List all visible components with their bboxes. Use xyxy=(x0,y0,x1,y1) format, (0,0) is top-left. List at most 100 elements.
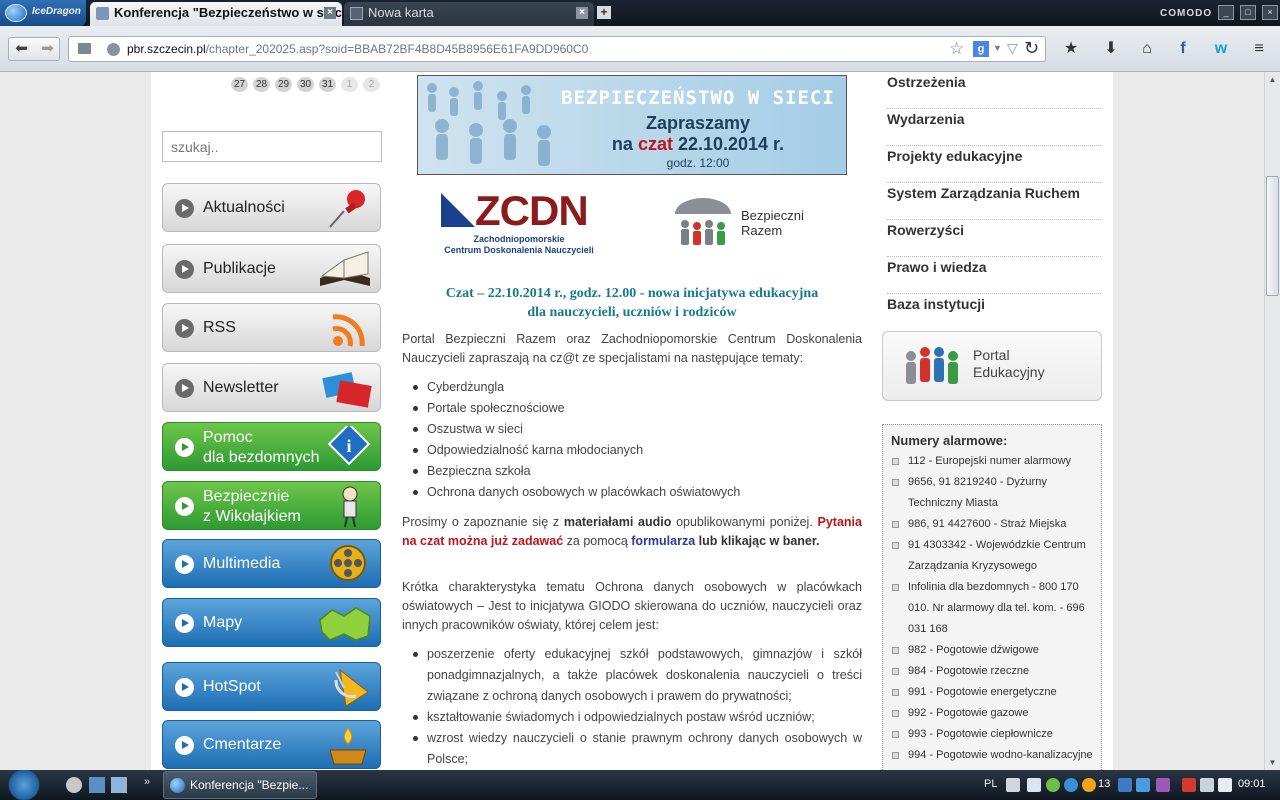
list-item: 112 - Europejski numer alarmowy xyxy=(891,451,1093,472)
flag-icon[interactable] xyxy=(1182,778,1196,792)
calendar-day[interactable]: 29 xyxy=(275,77,292,92)
tray-app-icon[interactable] xyxy=(1118,778,1132,792)
network-status-icon[interactable] xyxy=(1200,778,1214,792)
goals-list: poszerzenie oferty edukacyjnej szkół pod… xyxy=(411,644,862,770)
list-item: 982 - Pogotowie dźwigowe xyxy=(891,640,1093,661)
url-text[interactable]: pbr.szczecin.pl/chapter_202025.asp?soid=… xyxy=(127,42,588,56)
calendar-day[interactable]: 30 xyxy=(297,77,314,92)
language-indicator[interactable]: PL xyxy=(984,778,997,790)
calendar-day[interactable]: 28 xyxy=(253,77,270,92)
nav-label: Pomoc dla bezdomnych xyxy=(203,429,320,466)
forward-button[interactable]: ➡ xyxy=(35,39,60,59)
search-input[interactable] xyxy=(162,131,382,162)
address-bar[interactable]: pbr.szczecin.pl/chapter_202025.asp?soid=… xyxy=(68,36,1046,62)
facebook-icon[interactable]: f xyxy=(1170,37,1196,61)
nav-label: Bezpiecznie z Wikołajkiem xyxy=(203,488,301,525)
portal-text: Portal Edukacyjny xyxy=(973,347,1045,380)
chevron-right-icon[interactable]: » xyxy=(144,776,150,788)
show-desktop-icon[interactable] xyxy=(89,777,105,793)
nav-mapy-button[interactable]: Mapy xyxy=(162,598,381,647)
tray-app-icon[interactable] xyxy=(1136,778,1150,792)
play-icon xyxy=(175,497,194,516)
app-name: IceDragon xyxy=(32,6,81,17)
film-reel-icon xyxy=(330,545,366,581)
tab-konferencja[interactable]: Konferencja "Bezpieczeństwo w sieci" × xyxy=(90,2,342,26)
page-info-icon[interactable] xyxy=(78,43,91,54)
download-icon[interactable]: ⬇ xyxy=(1098,37,1124,61)
tab-new[interactable]: Nowa karta × xyxy=(344,2,594,26)
bezpieczni-razem-logo[interactable]: Bezpieczni Razem xyxy=(671,196,831,256)
clock[interactable]: 09:01 xyxy=(1238,778,1266,790)
keyboard-icon[interactable] xyxy=(1006,778,1020,792)
nav-multimedia-button[interactable]: Multimedia xyxy=(162,539,381,588)
volume-icon[interactable] xyxy=(1218,778,1232,792)
nav-rss-button[interactable]: RSS xyxy=(162,303,381,352)
candle-icon xyxy=(329,727,367,765)
network-icon[interactable] xyxy=(1064,778,1078,792)
filter-icon[interactable]: ▽ xyxy=(1007,40,1018,57)
close-tab-icon[interactable]: × xyxy=(324,7,336,19)
zcdn-wordmark: ZCDN xyxy=(475,187,589,234)
play-icon xyxy=(175,678,194,697)
share-icon[interactable]: w xyxy=(1208,37,1234,61)
update-icon[interactable] xyxy=(1082,778,1096,792)
portal-edukacyjny-button[interactable]: Portal Edukacyjny xyxy=(882,331,1102,401)
svg-text:i: i xyxy=(346,436,351,456)
security-icon[interactable] xyxy=(1046,778,1060,792)
nav-publikacje-button[interactable]: Publikacje xyxy=(162,244,381,293)
bookmark-star-icon[interactable]: ☆ xyxy=(949,39,964,59)
home-icon[interactable]: ⌂ xyxy=(1134,37,1160,61)
g-icon[interactable]: g xyxy=(973,41,989,57)
nav-pomoc-bezdomnym-button[interactable]: Pomoc dla bezdomnych i xyxy=(162,422,381,471)
mascot-icon xyxy=(342,486,358,528)
play-icon xyxy=(175,199,194,218)
close-window-button[interactable]: × xyxy=(1262,5,1278,20)
vertical-scrollbar[interactable]: ▲ ▼ xyxy=(1264,72,1280,770)
quick-launch-icon[interactable] xyxy=(66,777,82,793)
nav-cmentarze-button[interactable]: Cmentarze xyxy=(162,720,381,769)
maximize-button[interactable]: □ xyxy=(1240,5,1256,20)
list-item: Odpowiedzialność karna młodocianych xyxy=(411,440,862,461)
right-link-rowerzysci[interactable]: Rowerzyści xyxy=(887,220,1101,257)
close-tab-icon[interactable]: × xyxy=(576,7,588,19)
tray-icon[interactable] xyxy=(1027,778,1041,792)
chevron-down-icon[interactable]: ▼ xyxy=(993,43,1002,53)
nav-newsletter-button[interactable]: Newsletter xyxy=(162,363,381,412)
right-link-prawo[interactable]: Prawo i wiedza xyxy=(887,257,1101,294)
nav-wikolajek-button[interactable]: Bezpiecznie z Wikołajkiem xyxy=(162,481,381,530)
form-link[interactable]: formularza xyxy=(631,534,695,548)
tray-app-icon[interactable] xyxy=(1156,778,1170,792)
nav-label: Multimedia xyxy=(203,555,281,572)
right-link-wydarzenia[interactable]: Wydarzenia xyxy=(887,109,1101,146)
audio-materials-link[interactable]: materiałami audio xyxy=(564,515,672,529)
start-button[interactable] xyxy=(2,770,46,800)
minimize-button[interactable]: _ xyxy=(1218,5,1234,20)
scroll-thumb[interactable] xyxy=(1266,176,1279,296)
globe-icon xyxy=(107,43,120,56)
zcdn-logo[interactable]: ZCDN Zachodniopomorskie Centrum Doskonale… xyxy=(439,187,599,260)
nav-hotspot-button[interactable]: HotSpot xyxy=(162,662,381,711)
new-tab-button[interactable]: + xyxy=(597,6,611,19)
list-item: Portale społecznościowe xyxy=(411,398,862,419)
menu-icon[interactable]: ≡ xyxy=(1246,37,1272,61)
taskbar-window-button[interactable]: Konferencja "Bezpie... xyxy=(163,771,317,799)
right-link-projekty[interactable]: Projekty edukacyjne xyxy=(887,146,1101,183)
chat-banner[interactable]: BEZPIECZEŃSTWO W SIECI Zapraszamy na cza… xyxy=(417,75,847,175)
right-link-ostrzezenia[interactable]: Ostrzeżenia xyxy=(887,72,1101,109)
right-link-baza[interactable]: Baza instytucji xyxy=(887,294,1101,331)
right-link-system-ruchem[interactable]: System Zarządzania Ruchem xyxy=(887,183,1101,220)
emergency-numbers-list: 112 - Europejski numer alarmowy 9656, 91… xyxy=(891,451,1093,766)
reload-icon[interactable]: ↻ xyxy=(1024,38,1039,59)
back-button[interactable]: ⬅ xyxy=(9,39,34,59)
bookmarks-menu-icon[interactable]: ★ xyxy=(1058,37,1084,61)
calendar-day[interactable]: 31 xyxy=(319,77,336,92)
calendar-day[interactable]: 2 xyxy=(363,77,380,92)
navigation-toolbar: ⬅ ➡ pbr.szczecin.pl/chapter_202025.asp?s… xyxy=(0,26,1280,72)
scroll-up-icon[interactable]: ▲ xyxy=(1265,72,1280,87)
nav-aktualnosci-button[interactable]: Aktualności xyxy=(162,183,381,232)
scroll-down-icon[interactable]: ▼ xyxy=(1265,755,1280,770)
calendar-day[interactable]: 1 xyxy=(341,77,358,92)
calendar-day[interactable]: 27 xyxy=(231,77,248,92)
window-switch-icon[interactable] xyxy=(111,777,127,793)
app-menu-button[interactable]: IceDragon xyxy=(0,0,86,26)
